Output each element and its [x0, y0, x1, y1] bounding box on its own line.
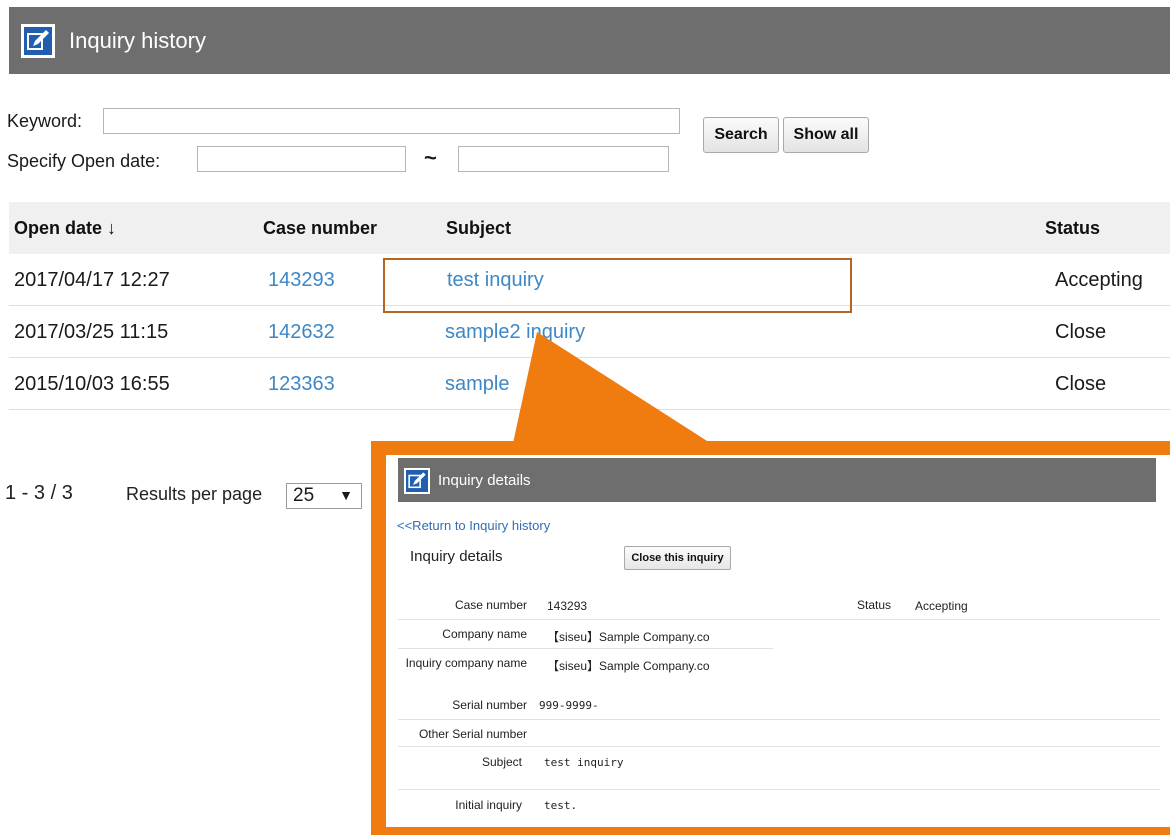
- details-header-title: Inquiry details: [438, 472, 531, 489]
- initial-inquiry-label: Initial inquiry: [455, 798, 522, 812]
- details-section-title: Inquiry details: [410, 548, 503, 565]
- subject-value: test inquiry: [544, 756, 624, 769]
- other-serial-label: Other Serial number: [418, 727, 527, 741]
- company-name-label: Company name: [442, 627, 527, 641]
- initial-inquiry-value: test.: [544, 799, 578, 812]
- divider: [398, 789, 1160, 790]
- case-number-value: 143293: [547, 599, 588, 613]
- serial-number-label: Serial number: [452, 698, 527, 712]
- divider: [398, 619, 1160, 620]
- inquiry-details-panel: Inquiry details <<Return to Inquiry hist…: [386, 455, 1170, 827]
- case-number-label: Case number: [454, 598, 527, 612]
- close-inquiry-button[interactable]: Close this inquiry: [624, 546, 731, 570]
- divider: [398, 719, 1160, 720]
- status-label: Status: [857, 598, 892, 612]
- inquiry-company-label: Inquiry company name: [405, 656, 527, 670]
- subject-label: Subject: [481, 755, 522, 769]
- edit-icon: [404, 468, 430, 494]
- divider: [398, 746, 1160, 747]
- return-to-history-link[interactable]: <<Return to Inquiry history: [397, 518, 550, 533]
- company-name-value: 【siseu】Sample Company.co: [547, 630, 710, 644]
- serial-number-value: 999-9999-: [539, 699, 599, 712]
- inquiry-company-value: 【siseu】Sample Company.co: [547, 659, 710, 673]
- status-value: Accepting: [915, 599, 968, 613]
- divider: [398, 648, 773, 649]
- details-header: Inquiry details: [398, 458, 1156, 502]
